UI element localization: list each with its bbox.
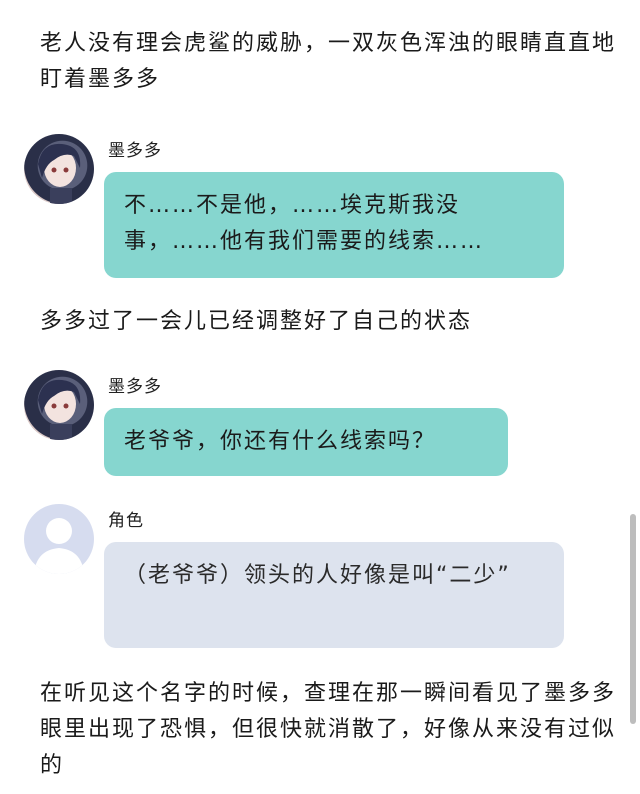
avatar[interactable] [24, 370, 94, 440]
default-user-icon [34, 518, 84, 574]
anime-avatar-icon [38, 379, 81, 440]
message-bubble: （老爷爷）领头的人好像是叫“二少” [104, 542, 564, 648]
narration-paragraph-1: 老人没有理会虎鲨的威胁，一双灰色浑浊的眼睛直直地盯着墨多多 [40, 31, 617, 92]
scrollbar[interactable] [630, 514, 636, 724]
narration-paragraph-3: 在听见这个名字的时候，查理在那一瞬间看见了墨多多眼里出现了恐惧，但很快就消散了，… [40, 681, 617, 778]
message-bubble: 不……不是他，……埃克斯我没事，……他有我们需要的线索…… [104, 172, 564, 278]
narration-paragraph-2: 多多过了一会儿已经调整好了自己的状态 [40, 309, 473, 334]
message-bubble: 老爷爷，你还有什么线索吗？ [104, 408, 508, 476]
avatar[interactable] [24, 504, 94, 574]
avatar[interactable] [24, 134, 94, 204]
sender-name: 墨多多 [108, 377, 162, 397]
sender-name: 墨多多 [108, 141, 162, 161]
anime-avatar-icon [38, 143, 81, 204]
sender-name: 角色 [108, 511, 144, 531]
